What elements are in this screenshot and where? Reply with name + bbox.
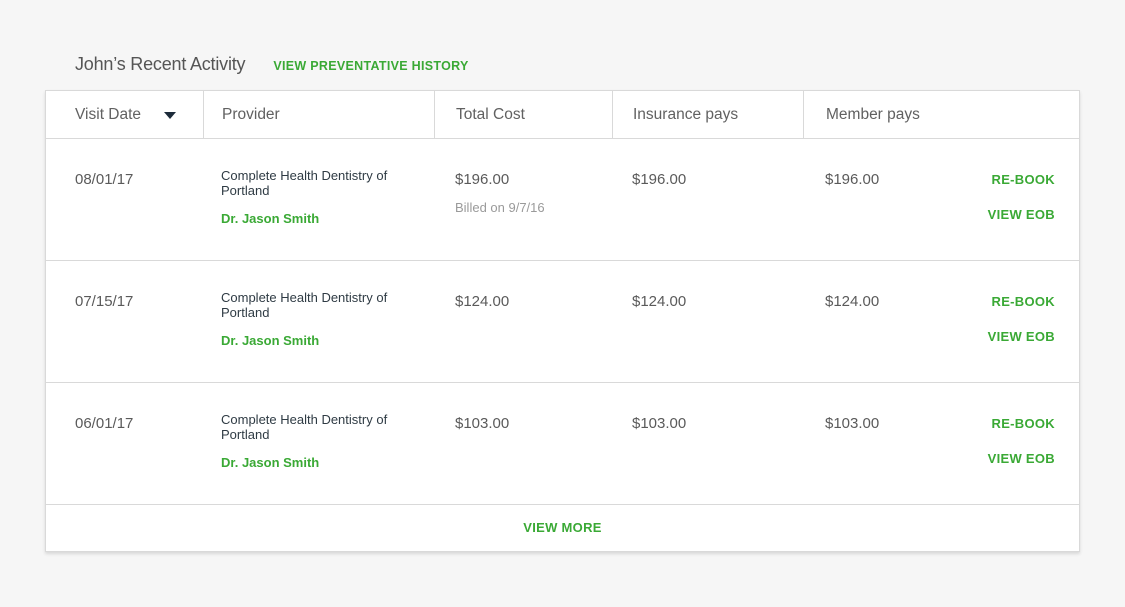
column-header-member-pays: Member pays	[803, 91, 1079, 138]
visit-date: 08/01/17	[75, 171, 134, 188]
total-cost: $103.00	[455, 415, 510, 432]
column-header-label: Provider	[222, 106, 280, 123]
column-header-label: Total Cost	[456, 106, 525, 123]
total-cost: $124.00	[455, 293, 510, 310]
provider-cell: Complete Health Dentistry of Portland Dr…	[221, 412, 401, 470]
table-row: 08/01/17 Complete Health Dentistry of Po…	[46, 139, 1079, 261]
insurance-pays: $103.00	[632, 415, 687, 432]
view-eob-button[interactable]: VIEW EOB	[988, 451, 1055, 466]
rebook-button[interactable]: RE-BOOK	[992, 416, 1056, 431]
page-title: John’s Recent Activity	[75, 54, 246, 74]
insurance-pays: $124.00	[632, 293, 687, 310]
doctor-link[interactable]: Dr. Jason Smith	[221, 455, 401, 470]
table-header: Visit Date Provider Total Cost Insurance…	[46, 91, 1079, 139]
member-pays: $103.00	[825, 415, 880, 432]
member-pays: $124.00	[825, 293, 880, 310]
rebook-button[interactable]: RE-BOOK	[992, 294, 1056, 309]
column-header-label: Visit Date	[75, 106, 142, 123]
table-row: 07/15/17 Complete Health Dentistry of Po…	[46, 261, 1079, 383]
doctor-link[interactable]: Dr. Jason Smith	[221, 333, 401, 348]
view-more-button[interactable]: VIEW MORE	[46, 505, 1079, 552]
view-eob-button[interactable]: VIEW EOB	[988, 329, 1055, 344]
column-header-insurance-pays: Insurance pays	[612, 91, 803, 138]
member-pays: $196.00	[825, 171, 880, 188]
caret-down-icon[interactable]	[164, 112, 176, 119]
activity-table: Visit Date Provider Total Cost Insurance…	[45, 90, 1080, 552]
provider-cell: Complete Health Dentistry of Portland Dr…	[221, 290, 401, 348]
visit-date: 06/01/17	[75, 415, 134, 432]
doctor-link[interactable]: Dr. Jason Smith	[221, 211, 401, 226]
column-header-label: Member pays	[826, 106, 920, 123]
insurance-pays: $196.00	[632, 171, 687, 188]
provider-name: Complete Health Dentistry of Portland	[221, 290, 388, 320]
activity-header: John’s Recent Activity VIEW PREVENTATIVE…	[75, 54, 469, 75]
column-header-visit-date[interactable]: Visit Date	[75, 91, 203, 138]
table-row: 06/01/17 Complete Health Dentistry of Po…	[46, 383, 1079, 505]
view-preventative-history-link[interactable]: VIEW PREVENTATIVE HISTORY	[273, 59, 468, 73]
visit-date: 07/15/17	[75, 293, 134, 310]
total-cost: $196.00	[455, 171, 510, 188]
rebook-button[interactable]: RE-BOOK	[992, 172, 1056, 187]
provider-name: Complete Health Dentistry of Portland	[221, 412, 388, 442]
column-header-label: Insurance pays	[633, 106, 739, 123]
billed-date: Billed on 9/7/16	[455, 200, 545, 215]
column-header-total-cost: Total Cost	[434, 91, 612, 138]
provider-cell: Complete Health Dentistry of Portland Dr…	[221, 168, 401, 226]
provider-name: Complete Health Dentistry of Portland	[221, 168, 388, 198]
view-eob-button[interactable]: VIEW EOB	[988, 207, 1055, 222]
column-header-provider: Provider	[203, 91, 434, 138]
